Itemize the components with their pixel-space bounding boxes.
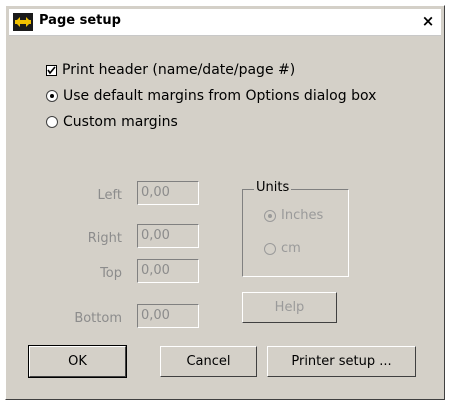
close-icon[interactable]: × [419, 13, 437, 29]
radio-unselected-disabled-icon [264, 242, 276, 255]
window-title: Page setup [39, 13, 121, 28]
custom-margins-radio[interactable]: Custom margins [46, 114, 178, 130]
print-header-label: Print header (name/date/page #) [62, 62, 296, 78]
cancel-button[interactable]: Cancel [160, 346, 257, 377]
default-margins-radio[interactable]: Use default margins from Options dialog … [46, 88, 376, 104]
default-margins-label: Use default margins from Options dialog … [63, 88, 377, 104]
title-bar[interactable]: Page setup × [9, 9, 441, 36]
checkbox-checked-icon [46, 64, 57, 76]
app-icon [13, 13, 33, 31]
units-groupbox [242, 189, 349, 277]
ok-button[interactable]: OK [28, 345, 127, 378]
printer-setup-button[interactable]: Printer setup ... [267, 346, 416, 377]
custom-margins-label: Custom margins [63, 114, 178, 130]
units-group-title: Units [254, 180, 292, 195]
radio-selected-icon [46, 90, 58, 102]
left-margin-field[interactable]: 0,00 [137, 181, 199, 205]
print-header-checkbox[interactable]: Print header (name/date/page #) [46, 62, 295, 78]
left-margin-label: Left [97, 188, 122, 203]
inches-radio[interactable]: Inches [264, 208, 323, 223]
right-margin-field[interactable]: 0,00 [137, 224, 199, 248]
cm-radio[interactable]: cm [264, 241, 301, 256]
top-margin-label: Top [100, 266, 122, 281]
inches-label: Inches [281, 208, 324, 223]
radio-selected-disabled-icon [264, 209, 276, 222]
page-setup-dialog: Page setup × Print header (name/date/pag… [5, 5, 445, 400]
help-button[interactable]: Help [242, 292, 337, 323]
top-margin-field[interactable]: 0,00 [137, 259, 199, 283]
bottom-margin-field[interactable]: 0,00 [137, 304, 199, 328]
bottom-margin-label: Bottom [74, 311, 122, 326]
radio-unselected-icon [46, 116, 58, 128]
right-margin-label: Right [87, 231, 122, 246]
cm-label: cm [281, 241, 301, 256]
